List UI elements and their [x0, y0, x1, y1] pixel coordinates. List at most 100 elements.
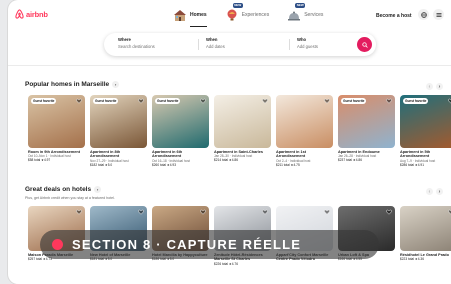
menu-icon: [436, 12, 441, 17]
scroll-left-button[interactable]: ‹: [426, 188, 433, 195]
listing-rating: ★4.86: [352, 158, 362, 163]
header-divider: [8, 65, 451, 66]
guest-favorite-badge: Guest favorite: [403, 98, 429, 104]
listing-photo[interactable]: Guest favorite: [90, 95, 147, 148]
listing-rating: ★5.0: [104, 162, 113, 167]
listing-price: $211 total: [276, 162, 290, 167]
brand-name: airbnb: [26, 9, 48, 19]
listing-card[interactable]: Guest favorite Apartment in 5th Arrondiss…: [400, 95, 451, 167]
when-placeholder: Add dates: [206, 43, 225, 49]
tab-homes-label: Homes: [190, 12, 207, 18]
listing-title: Apartment in 5th Arrondissement: [400, 150, 431, 159]
bell-icon: [288, 11, 301, 21]
listing-rating: ★4.91: [414, 162, 424, 167]
listing-price-rating: $260 total ★4.93: [152, 163, 209, 167]
scroll-right-button[interactable]: ›: [436, 83, 443, 90]
search-icon: [361, 41, 368, 48]
heart-icon[interactable]: [386, 209, 392, 215]
listing-price: $286 total: [400, 162, 415, 167]
search-divider: [198, 39, 199, 50]
heart-icon[interactable]: [324, 98, 330, 104]
listing-card[interactable]: Apartment in 1st Arrondissement Oct 2–4 ·…: [276, 95, 333, 167]
tab-services[interactable]: NEW Services: [287, 3, 323, 24]
listing-price-rating: $223 total ★4.36: [400, 257, 451, 261]
category-nav: Homes NEW Experiences NEW Services: [173, 3, 323, 27]
search-button[interactable]: [357, 37, 372, 52]
listing-rating: ★4.36: [414, 257, 424, 262]
listing-card[interactable]: Guest favorite Room in 9th Arrondissement…: [28, 95, 85, 167]
heart-icon[interactable]: [200, 209, 206, 215]
chevron-right-icon: ›: [438, 188, 441, 195]
chevron-right-icon[interactable]: ›: [94, 186, 102, 193]
menu-button[interactable]: [433, 9, 444, 20]
listing-photo[interactable]: Guest favorite: [152, 95, 209, 148]
listing-price: $223 total: [400, 257, 415, 262]
globe-button[interactable]: [418, 9, 429, 20]
section-title: Popular homes in Marseille: [25, 81, 110, 88]
listing-card[interactable]: Guest favorite Apartment in 6th Arrondiss…: [152, 95, 209, 167]
where-title: Where: [118, 37, 131, 42]
heart-icon[interactable]: [386, 98, 392, 104]
heart-icon[interactable]: [200, 98, 206, 104]
heart-icon[interactable]: [138, 98, 144, 104]
heart-icon[interactable]: [324, 209, 330, 215]
airbnb-logo-icon: [15, 9, 24, 19]
chevron-right-icon[interactable]: ›: [112, 81, 120, 88]
listing-price: $260 total: [152, 162, 167, 167]
search-divider: [289, 39, 290, 50]
listing-photo[interactable]: Guest favorite: [28, 95, 85, 148]
tab-experiences[interactable]: NEW Experiences: [225, 3, 270, 24]
listing-price-rating: $237 total ★4.86: [338, 158, 395, 162]
listing-rating: ★4.75: [290, 162, 300, 167]
heart-icon[interactable]: [76, 209, 82, 215]
where-field[interactable]: Where Search destinations: [118, 37, 155, 49]
listing-photo[interactable]: [400, 206, 451, 251]
listing-price: $214 total: [214, 158, 229, 163]
listing-photo[interactable]: Guest favorite: [400, 95, 451, 148]
guest-favorite-badge: Guest favorite: [155, 98, 181, 104]
homes-row: Guest favorite Room in 9th Arrondissement…: [28, 95, 451, 167]
tab-experiences-label: Experiences: [241, 12, 270, 18]
guest-favorite-badge: Guest favorite: [341, 98, 367, 104]
experiences-new-badge: NEW: [232, 3, 243, 8]
listing-title: Apartment in 6th Arrondissement: [152, 150, 183, 159]
listing-price-rating: $286 total ★4.91: [400, 163, 451, 167]
search-bar[interactable]: Where Search destinations When Add dates…: [104, 33, 376, 56]
listing-rating: ★4.97: [41, 158, 51, 163]
hotel-deals-heading[interactable]: Great deals on hotels ›: [25, 186, 102, 193]
when-field[interactable]: When Add dates: [206, 37, 225, 49]
listing-price: $182 total: [90, 162, 105, 167]
listing-photo[interactable]: [276, 95, 333, 148]
listing-rating: ★4.76: [228, 261, 238, 266]
heart-icon[interactable]: [76, 98, 82, 104]
airbnb-logo[interactable]: airbnb: [15, 9, 48, 19]
listing-price-rating: $214 total ★4.86: [214, 158, 271, 162]
heart-icon[interactable]: [262, 209, 268, 215]
listing-title: Apartment in 1st Arrondissement: [276, 150, 306, 159]
listing-card[interactable]: Apartment in Saint-Charles Jan 28–30 · In…: [214, 95, 271, 167]
listing-price: $257 total: [28, 257, 43, 262]
top-header: airbnb Homes NEW Experiences NEW Service…: [8, 0, 451, 32]
record-dot-icon: [52, 239, 63, 250]
listing-price-rating: $226 total ★4.76: [214, 262, 271, 266]
who-title: Who: [297, 37, 307, 42]
listing-card[interactable]: Guest favorite Apartment in Endoume Jan 26…: [338, 95, 395, 167]
scroll-left-button[interactable]: ‹: [426, 83, 433, 90]
listing-price: $58 total: [28, 158, 41, 163]
tab-homes[interactable]: Homes: [173, 6, 207, 27]
heart-icon[interactable]: [262, 98, 268, 104]
listing-card[interactable]: Résidhotel Le Grand Prado $223 total ★4.3…: [400, 206, 451, 266]
listing-price-rating: $58 total ★4.97: [28, 158, 85, 162]
become-host-link[interactable]: Become a host: [376, 13, 412, 19]
listing-photo[interactable]: [214, 95, 271, 148]
listing-photo[interactable]: Guest favorite: [338, 95, 395, 148]
listing-card[interactable]: Guest favorite Apartment in 8th Arrondiss…: [90, 95, 147, 167]
popular-homes-heading[interactable]: Popular homes in Marseille ›: [25, 81, 120, 88]
listing-rating: ★4.93: [166, 162, 176, 167]
heart-icon[interactable]: [138, 209, 144, 215]
who-field[interactable]: Who Add guests: [297, 37, 318, 49]
services-new-badge: NEW: [295, 3, 306, 8]
scroll-right-button[interactable]: ›: [436, 188, 443, 195]
when-title: When: [206, 37, 218, 42]
listing-price-rating: $211 total ★4.75: [276, 163, 333, 167]
